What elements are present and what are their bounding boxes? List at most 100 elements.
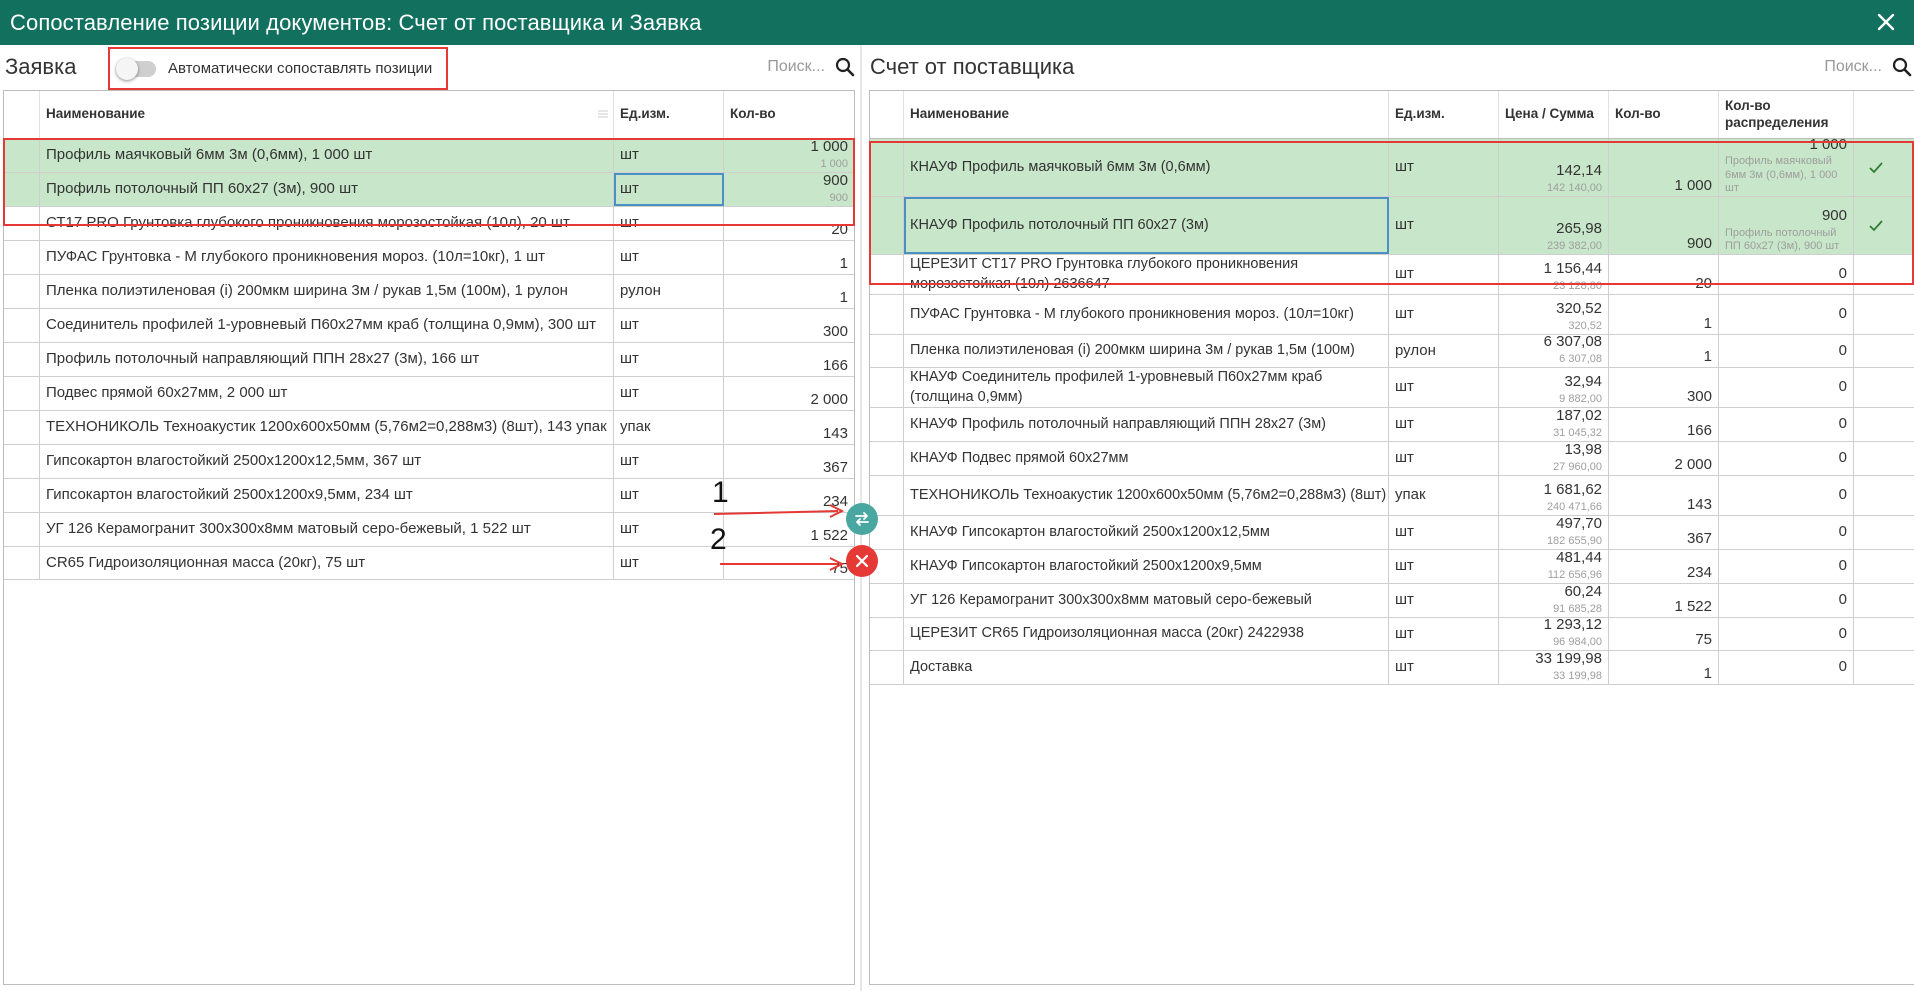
row-check[interactable] xyxy=(1854,368,1914,407)
table-row[interactable]: Подвес прямой 60х27мм, 2 000 шт шт 2 000 xyxy=(4,377,854,411)
column-header-unit[interactable]: Ед.изм. xyxy=(1389,91,1499,138)
table-row[interactable]: ЦЕРЕЗИТ СТ17 PRO Грунтовка глубокого про… xyxy=(870,255,1914,295)
row-check[interactable] xyxy=(1854,476,1914,515)
search-icon[interactable] xyxy=(1892,57,1912,77)
invoice-search[interactable]: Поиск... xyxy=(1824,57,1912,77)
row-check[interactable] xyxy=(1854,139,1914,196)
row-check[interactable] xyxy=(1854,618,1914,650)
row-selector[interactable] xyxy=(870,618,904,650)
table-row[interactable]: УГ 126 Керамогранит 300х300х8мм матовый … xyxy=(870,583,1914,618)
check-icon xyxy=(1869,161,1883,173)
table-row[interactable]: ЦЕРЕЗИТ CR65 Гидроизоляционная масса (20… xyxy=(870,616,1914,651)
row-selector[interactable] xyxy=(870,335,904,367)
invoice-search-input[interactable]: Поиск... xyxy=(1824,58,1882,76)
row-check[interactable] xyxy=(1854,255,1914,294)
row-selector[interactable] xyxy=(4,377,40,410)
row-name: Пленка полиэтиленовая (i) 200мкм ширина … xyxy=(904,335,1389,367)
column-menu-icon[interactable] xyxy=(597,109,609,119)
row-check[interactable] xyxy=(1854,584,1914,617)
column-header-price[interactable]: Цена / Сумма xyxy=(1499,91,1609,138)
row-selector[interactable] xyxy=(870,139,904,196)
row-dist-value: 0 xyxy=(1838,378,1847,396)
row-check[interactable] xyxy=(1854,651,1914,684)
table-row[interactable]: ПУФАС Грунтовка - М глубокого проникнове… xyxy=(4,241,854,275)
row-price: 1 681,62 240 471,66 xyxy=(1499,476,1609,515)
row-selector[interactable] xyxy=(4,207,40,240)
row-selector[interactable] xyxy=(870,368,904,407)
row-selector[interactable] xyxy=(4,547,40,579)
row-check[interactable] xyxy=(1854,197,1914,254)
row-check[interactable] xyxy=(1854,408,1914,441)
row-selector[interactable] xyxy=(870,408,904,441)
row-selector[interactable] xyxy=(4,445,40,478)
table-row[interactable]: КНАУФ Соединитель профилей 1-уровневый П… xyxy=(870,368,1914,408)
row-qty: 166 xyxy=(724,343,854,376)
request-search[interactable]: Поиск... xyxy=(767,57,855,77)
row-dist: 0 xyxy=(1719,442,1854,475)
table-row[interactable]: КНАУФ Профиль потолочный направляющий ПП… xyxy=(870,407,1914,442)
row-qty: 300 xyxy=(724,309,854,342)
row-check[interactable] xyxy=(1854,335,1914,367)
row-name: ПУФАС Грунтовка - М глубокого проникнове… xyxy=(40,241,614,274)
auto-match-toggle[interactable] xyxy=(116,57,156,80)
close-icon[interactable] xyxy=(1874,10,1898,34)
row-selector[interactable] xyxy=(4,241,40,274)
row-name: СТ17 PRO Грунтовка глубокого проникновен… xyxy=(40,207,614,240)
column-header-name[interactable]: Наименование xyxy=(904,91,1389,138)
row-selector[interactable] xyxy=(4,411,40,444)
row-sum-value: 33 199,98 xyxy=(1553,670,1602,683)
table-row[interactable]: СТ17 PRO Грунтовка глубокого проникновен… xyxy=(4,207,854,241)
row-sum-value: 6 307,08 xyxy=(1559,353,1602,366)
row-name: КНАУФ Гипсокартон влагостойкий 2500х1200… xyxy=(904,516,1389,549)
column-header-name[interactable]: Наименование xyxy=(40,91,614,138)
row-selector[interactable] xyxy=(4,309,40,342)
row-dist-value: 900 xyxy=(1821,207,1847,225)
row-selector[interactable] xyxy=(4,513,40,546)
column-header-qty[interactable]: Кол-во xyxy=(724,91,854,138)
invoice-pane-title: Счет от поставщика xyxy=(870,54,1075,79)
row-selector[interactable] xyxy=(870,255,904,294)
row-selector[interactable] xyxy=(870,295,904,334)
row-name: ЦЕРЕЗИТ СТ17 PRO Грунтовка глубокого про… xyxy=(904,255,1389,294)
table-row[interactable]: Профиль потолочный ПП 60х27 (3м), 900 шт… xyxy=(4,172,854,207)
table-row[interactable]: КНАУФ Гипсокартон влагостойкий 2500х1200… xyxy=(870,515,1914,550)
table-row[interactable]: ПУФАС Грунтовка - М глубокого проникнове… xyxy=(870,295,1914,335)
row-check[interactable] xyxy=(1854,442,1914,475)
row-selector[interactable] xyxy=(4,139,40,172)
table-row[interactable]: Соединитель профилей 1-уровневый П60х27м… xyxy=(4,309,854,343)
table-row[interactable]: Профиль потолочный направляющий ППН 28х2… xyxy=(4,343,854,377)
row-check[interactable] xyxy=(1854,550,1914,583)
table-row[interactable]: Пленка полиэтиленовая (i) 200мкм ширина … xyxy=(4,275,854,309)
row-qty: 1 xyxy=(1609,651,1719,684)
table-row[interactable]: Пленка полиэтиленовая (i) 200мкм ширина … xyxy=(870,333,1914,368)
row-qty-sub: 1 000 xyxy=(820,158,848,171)
row-selector[interactable] xyxy=(4,275,40,308)
table-row[interactable]: КНАУФ Гипсокартон влагостойкий 2500х1200… xyxy=(870,549,1914,584)
column-header-dist[interactable]: Кол-во распределения xyxy=(1719,91,1854,138)
row-selector[interactable] xyxy=(870,651,904,684)
search-icon[interactable] xyxy=(835,57,855,77)
row-check[interactable] xyxy=(1854,295,1914,334)
row-dist-value: 0 xyxy=(1838,305,1847,323)
table-row[interactable]: Профиль маячковый 6мм 3м (0,6мм), 1 000 … xyxy=(4,138,854,173)
row-selector[interactable] xyxy=(4,479,40,512)
row-unit: шт xyxy=(614,547,724,579)
table-row[interactable]: ТЕХНОНИКОЛЬ Техноакустик 1200х600х50мм (… xyxy=(4,411,854,445)
auto-match-toggle-label: Автоматически сопоставлять позиции xyxy=(168,60,433,77)
row-selector[interactable] xyxy=(870,584,904,617)
request-search-input[interactable]: Поиск... xyxy=(767,58,825,76)
row-name: УГ 126 Керамогранит 300х300х8мм матовый … xyxy=(40,513,614,546)
table-row[interactable]: КНАУФ Профиль потолочный ПП 60х27 (3м) шт… xyxy=(870,197,1914,255)
table-row[interactable]: ТЕХНОНИКОЛЬ Техноакустик 1200х600х50мм (… xyxy=(870,476,1914,516)
table-row[interactable]: Доставка шт 33 199,98 33 199,98 1 0 xyxy=(870,650,1914,685)
row-selector[interactable] xyxy=(870,442,904,475)
row-selector[interactable] xyxy=(4,343,40,376)
table-row[interactable]: КНАУФ Профиль маячковый 6мм 3м (0,6мм) шт… xyxy=(870,136,1914,197)
row-selector[interactable] xyxy=(870,197,904,254)
row-check[interactable] xyxy=(1854,516,1914,549)
row-selector[interactable] xyxy=(4,173,40,206)
column-header-qty[interactable]: Кол-во xyxy=(1609,91,1719,138)
table-row[interactable]: Гипсокартон влагостойкий 2500х1200х12,5м… xyxy=(4,445,854,479)
table-row[interactable]: КНАУФ Подвес прямой 60х27мм шт 13,98 27 960… xyxy=(870,441,1914,476)
column-header-unit[interactable]: Ед.изм. xyxy=(614,91,724,138)
